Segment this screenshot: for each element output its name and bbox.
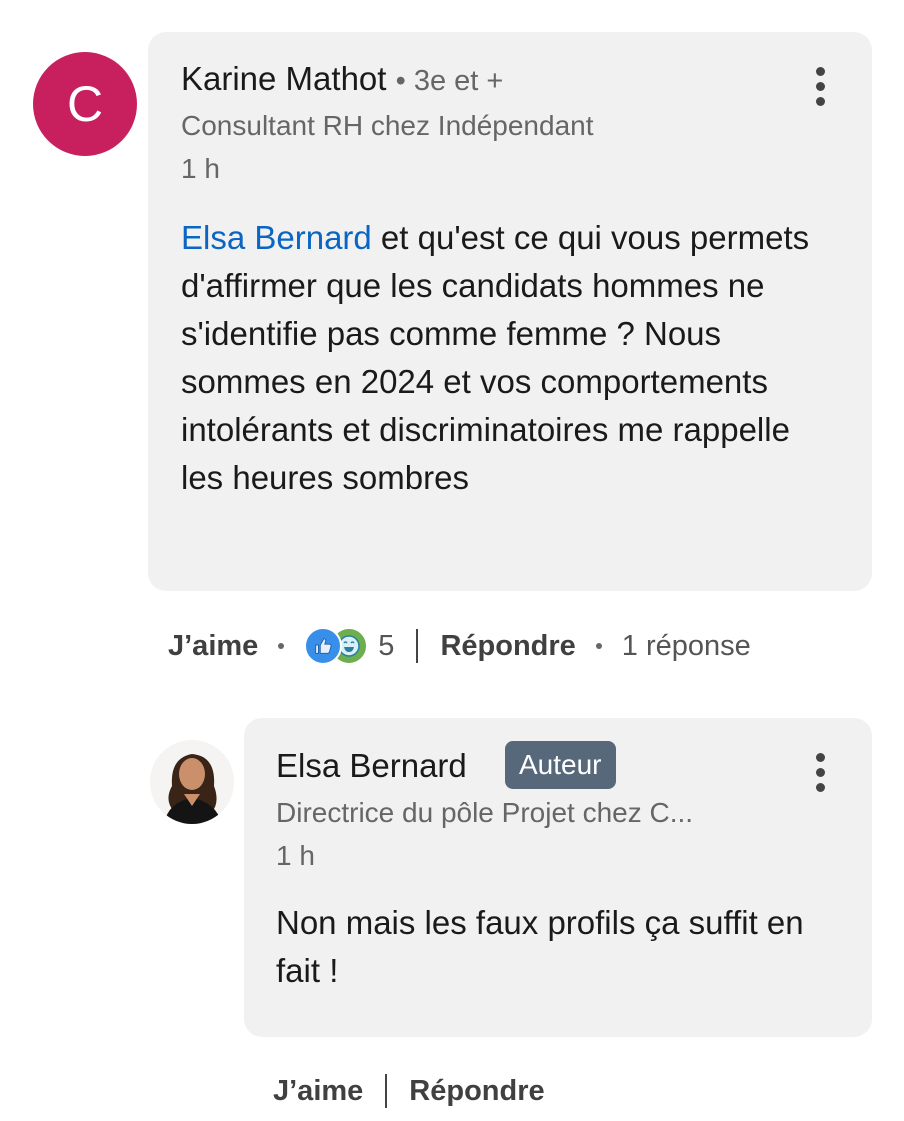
separator-dot [595, 643, 602, 649]
avatar[interactable] [150, 740, 234, 824]
mention-link[interactable]: Elsa Bernard [181, 219, 372, 256]
reaction-count[interactable]: 5 [378, 630, 394, 663]
reactions-summary[interactable] [304, 627, 369, 665]
more-options-icon[interactable] [815, 67, 825, 106]
comment-author[interactable]: Karine Mathot • 3e et + [181, 60, 503, 98]
more-options-icon[interactable] [815, 753, 825, 792]
comment-actions: J’aime 5 Répondre 1 réponse [168, 627, 751, 665]
like-button[interactable]: J’aime [273, 1075, 363, 1108]
author-headline: Directrice du pôle Projet chez C... [276, 797, 694, 828]
reply-button[interactable]: Répondre [440, 630, 575, 663]
avatar[interactable]: C [33, 52, 137, 156]
reply-actions: J’aime Répondre [273, 1074, 545, 1108]
connection-degree: • 3e et + [395, 65, 504, 97]
reply-author[interactable]: Elsa Bernard [276, 747, 467, 785]
author-badge: Auteur [505, 741, 616, 789]
comment-body: et qu'est ce qui vous permets d'affirmer… [181, 219, 810, 496]
separator-dot [278, 643, 285, 649]
reply-button[interactable]: Répondre [409, 1075, 544, 1108]
comment-text: Elsa Bernard et qu'est ce qui vous perme… [181, 214, 841, 502]
reply-text: Non mais les faux profils ça suffit en f… [276, 904, 804, 989]
replies-count-link[interactable]: 1 réponse [622, 630, 751, 663]
reply-time: 1 h [276, 840, 315, 871]
divider [385, 1074, 388, 1108]
degree-value: 3e et + [413, 65, 504, 97]
divider [416, 629, 419, 663]
author-headline: Consultant RH chez Indépendant [181, 110, 594, 141]
comment-time: 1 h [181, 153, 220, 184]
author-name[interactable]: Karine Mathot [181, 60, 386, 97]
like-button[interactable]: J’aime [168, 630, 258, 663]
